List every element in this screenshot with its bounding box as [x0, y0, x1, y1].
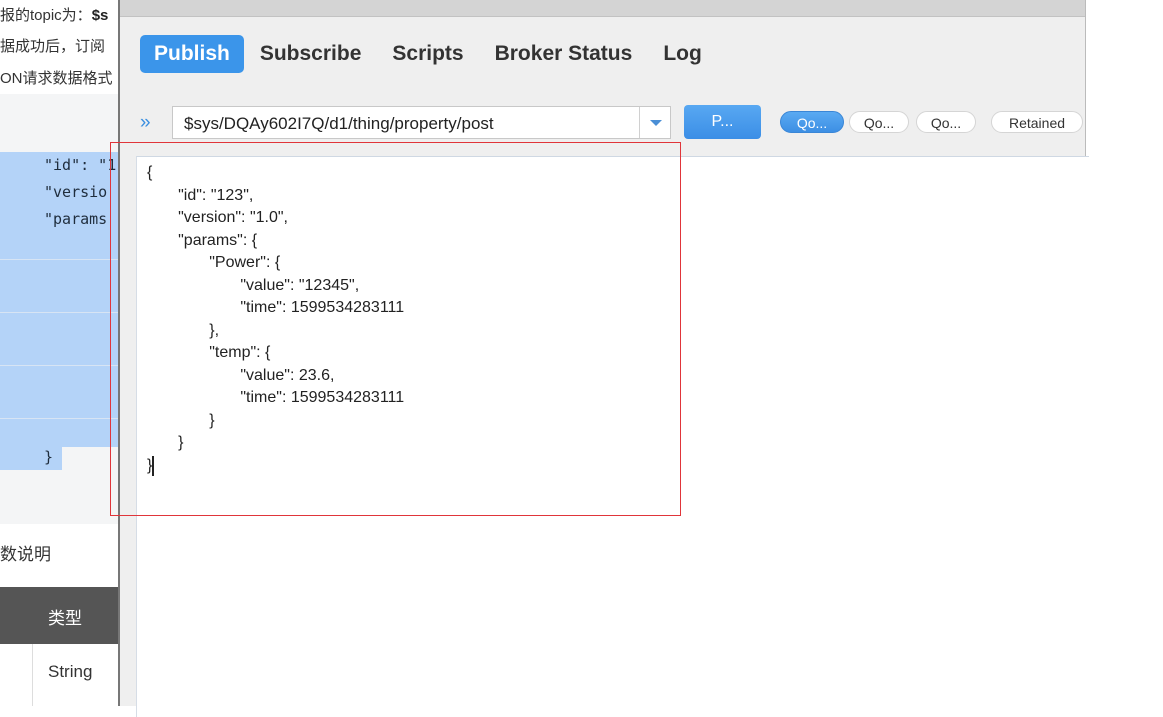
tab-broker-status[interactable]: Broker Status	[495, 42, 633, 66]
doc-code-line: "versio	[44, 183, 108, 201]
doc-code-line: "params	[44, 210, 108, 228]
tab-scripts[interactable]: Scripts	[392, 42, 463, 66]
doc-line-json-format: ON请求数据格式	[0, 70, 113, 87]
mqtt-client-window: Publish Subscribe Scripts Broker Status …	[118, 0, 1089, 717]
doc-code-divider	[0, 365, 118, 366]
chevron-down-icon[interactable]	[639, 107, 670, 138]
publish-button[interactable]: P...	[684, 105, 761, 139]
doc-table-cell-type: String	[48, 662, 93, 681]
doc-params-title: 数说明	[0, 545, 51, 564]
doc-line-topic: 报的topic为：$s	[0, 7, 109, 24]
doc-code-divider	[0, 259, 118, 260]
doc-code-line: }	[44, 448, 54, 466]
topic-input[interactable]: $sys/DQAy602I7Q/d1/thing/property/post	[184, 114, 494, 134]
doc-code-divider	[0, 312, 118, 313]
double-chevron-right-icon[interactable]: »	[140, 112, 151, 134]
doc-code-line: "id": "1	[44, 156, 117, 174]
payload-text[interactable]: { "id": "123", "version": "1.0", "params…	[147, 162, 404, 477]
tab-subscribe[interactable]: Subscribe	[260, 42, 362, 66]
topic-combobox[interactable]: $sys/DQAy602I7Q/d1/thing/property/post	[172, 106, 671, 139]
doc-page: 报的topic为：$s 据成功后，订阅 ON请求数据格式 "id": "1 "v…	[0, 0, 118, 706]
doc-line-subscribe: 据成功后，订阅	[0, 38, 106, 55]
retained-button[interactable]: Retained	[991, 111, 1083, 133]
text-cursor	[152, 456, 154, 476]
doc-table-header-type: 类型	[48, 609, 82, 628]
tab-publish[interactable]: Publish	[140, 35, 244, 73]
tab-log[interactable]: Log	[663, 42, 701, 66]
qos0-button[interactable]: Qo...	[780, 111, 844, 133]
main-tabs: Publish Subscribe Scripts Broker Status …	[140, 34, 733, 74]
doc-code-divider	[0, 418, 118, 419]
payload-editor[interactable]: { "id": "123", "version": "1.0", "params…	[136, 156, 1089, 717]
table-row: String	[0, 644, 118, 706]
publish-toolbar: » $sys/DQAy602I7Q/d1/thing/property/post…	[120, 100, 1085, 146]
qos2-button[interactable]: Qo...	[916, 111, 976, 133]
qos1-button[interactable]: Qo...	[849, 111, 909, 133]
doc-table-header: 类型	[0, 587, 118, 644]
window-title-strip	[120, 0, 1085, 17]
